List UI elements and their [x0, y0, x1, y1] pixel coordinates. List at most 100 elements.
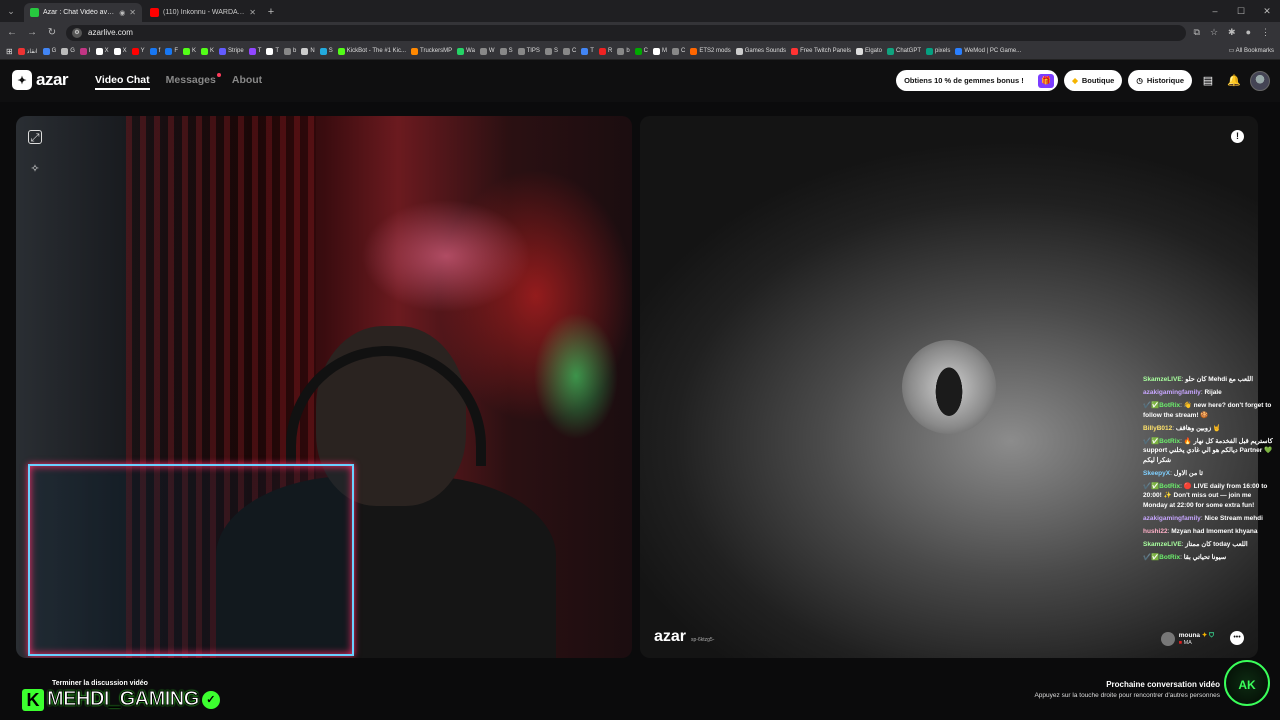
close-tab-icon[interactable]: ✕	[129, 8, 136, 17]
next-chat-title[interactable]: Prochaine conversation vidéo	[1106, 680, 1220, 689]
end-chat-button[interactable]: Terminer la discussion vidéo	[52, 680, 148, 687]
bookmark-item[interactable]: F	[165, 47, 178, 55]
url-field[interactable]: ⚙ azarlive.com	[66, 24, 1186, 41]
new-tab-button[interactable]: +	[262, 3, 280, 22]
bookmark-item[interactable]: S	[544, 47, 558, 55]
bookmark-item[interactable]: K	[182, 47, 196, 55]
bookmark-label: Y	[140, 48, 145, 54]
chat-bubble-icon[interactable]: •••	[1230, 631, 1244, 645]
shop-label: Boutique	[1081, 76, 1115, 85]
bookmark-item[interactable]: S	[499, 47, 513, 55]
bookmark-item[interactable]: X	[95, 47, 109, 55]
bookmark-favicon-icon	[926, 47, 934, 55]
nav-messages[interactable]: Messages	[166, 73, 221, 90]
folder-icon: ▭	[1228, 48, 1235, 54]
history-button[interactable]: ◷ Historique	[1128, 70, 1192, 91]
bookmark-item[interactable]: Elgato	[855, 47, 882, 55]
close-tab-icon[interactable]: ✕	[249, 8, 256, 17]
extensions-icon[interactable]: ✱	[1228, 27, 1236, 38]
bookmark-item[interactable]: W	[479, 47, 495, 55]
bookmark-item[interactable]: ETS2 mods	[690, 47, 731, 55]
bookmark-item[interactable]: WeMod | PC Game...	[955, 47, 1021, 55]
bookmark-label: Wa	[466, 48, 475, 54]
stream-chat-overlay: SkamzeLIVE: كان حلو Mehdi اللعب مع azakig…	[1143, 375, 1277, 566]
flag-icon: ■	[1178, 640, 1183, 646]
bookmark-item[interactable]: f	[149, 47, 161, 55]
bookmark-favicon-icon	[165, 47, 173, 55]
chat-username: SkamzeLIVE	[1143, 540, 1182, 548]
site-info-icon[interactable]: ⚙	[72, 27, 82, 38]
back-icon[interactable]: ←	[6, 27, 18, 38]
watermark-id: sp-6ktzg5-	[691, 637, 715, 643]
tab-youtube[interactable]: (110) Inkonnu - WARDA feat M ✕	[144, 3, 262, 22]
menu-dots-icon[interactable]: ⋮	[1261, 27, 1270, 38]
bookmark-item[interactable]: انقاذ	[17, 47, 38, 55]
watermark-logo: azar	[654, 628, 687, 645]
bookmark-item[interactable]: b	[617, 47, 630, 55]
chat-username: SkamzeLIVE	[1143, 376, 1182, 383]
bookmark-item[interactable]: Free Twitch Panels	[791, 47, 851, 55]
bookmark-item[interactable]: G	[61, 47, 75, 55]
bookmark-label: Elgato	[864, 48, 882, 54]
bookmark-label: f	[158, 48, 161, 54]
all-bookmarks-button[interactable]: ▭ All Bookmarks	[1220, 43, 1274, 59]
bookmark-item[interactable]: TIPS	[517, 47, 540, 55]
chat-message: SkamzeLIVE: كان حلو Mehdi اللعب مع	[1143, 375, 1277, 385]
chat-text: كان حلو Mehdi اللعب مع	[1185, 376, 1254, 383]
user-avatar[interactable]	[1250, 70, 1270, 91]
bookmark-item[interactable]: b	[284, 47, 296, 55]
bookmark-item[interactable]: KickBot - The #1 Kic...	[337, 47, 406, 55]
chat-message: hushi22: Mzyan had lmoment khyana	[1143, 527, 1277, 537]
azar-logo[interactable]: ✦ azar	[12, 70, 69, 90]
bookmark-item[interactable]: Y	[131, 47, 145, 55]
bookmark-item[interactable]: X	[113, 47, 127, 55]
bell-icon[interactable]: 🔔	[1224, 71, 1244, 91]
bookmark-item[interactable]: C	[634, 47, 648, 55]
nav-video-chat[interactable]: Video Chat	[95, 74, 150, 90]
tab-search-icon[interactable]: ⌄	[0, 0, 22, 22]
bookmark-item[interactable]: I	[79, 47, 91, 55]
bookmark-item[interactable]: G	[42, 47, 56, 55]
bookmark-item[interactable]: C	[562, 47, 576, 55]
bookmark-item[interactable]: M	[653, 47, 667, 55]
bookmark-item[interactable]: TruckersMP	[411, 47, 452, 55]
gem-bonus-promo-button[interactable]: Obtiens 10 % de gemmes bonus ! 🎁	[896, 70, 1059, 91]
bookmark-item[interactable]: T	[581, 47, 594, 55]
verified-check-icon: ✓	[201, 690, 220, 709]
bookmark-item[interactable]: Games Sounds	[735, 47, 786, 55]
profile-icon[interactable]: ●	[1246, 27, 1251, 38]
bookmark-item[interactable]: Stripe	[219, 47, 244, 55]
bookmark-item[interactable]: pixels	[926, 47, 950, 55]
report-icon[interactable]: !	[1231, 130, 1244, 143]
maximize-icon[interactable]: ☐	[1228, 0, 1254, 22]
bookmark-item[interactable]: T	[266, 47, 279, 55]
forward-icon[interactable]: →	[26, 27, 38, 38]
bookmark-item[interactable]: S	[319, 47, 333, 55]
bookmark-label: X	[104, 48, 109, 54]
bookmark-item[interactable]: R	[598, 47, 612, 55]
bookmark-item[interactable]: T	[248, 47, 261, 55]
close-window-icon[interactable]: ✕	[1254, 0, 1280, 22]
bookmark-item[interactable]: Wa	[457, 47, 475, 55]
bookmark-item[interactable]: K	[201, 47, 214, 55]
nav-about[interactable]: About	[232, 74, 262, 90]
reload-icon[interactable]: ↻	[46, 27, 58, 38]
bookmark-favicon-icon	[319, 47, 327, 55]
bookmark-star-icon[interactable]: ☆	[1210, 27, 1218, 38]
bookmark-item[interactable]: ChatGPT	[887, 47, 921, 55]
minimize-icon[interactable]: –	[1202, 0, 1228, 22]
tab-title: (110) Inkonnu - WARDA feat M	[163, 9, 246, 16]
peer-info[interactable]: mouna ✦ ⛉ ■ MA	[1160, 632, 1214, 646]
magic-wand-icon[interactable]: ✧	[28, 162, 42, 176]
bookmark-item[interactable]: N	[301, 47, 315, 55]
bookmark-favicon-icon	[581, 47, 589, 55]
expand-icon[interactable]: ⤢	[28, 130, 42, 144]
bookmark-favicon-icon	[955, 47, 963, 55]
shop-button[interactable]: ◆ Boutique	[1064, 70, 1123, 91]
bookmark-item[interactable]: C	[672, 47, 685, 55]
header-actions: Obtiens 10 % de gemmes bonus ! 🎁 ◆ Bouti…	[896, 70, 1270, 91]
cast-icon[interactable]: ⧉	[1194, 27, 1200, 38]
apps-grid-icon[interactable]: ⊞	[6, 47, 13, 56]
inbox-icon[interactable]: ▤	[1198, 71, 1218, 91]
tab-azar[interactable]: Azar : Chat Vidéo avec de ◉ ✕	[24, 3, 142, 22]
